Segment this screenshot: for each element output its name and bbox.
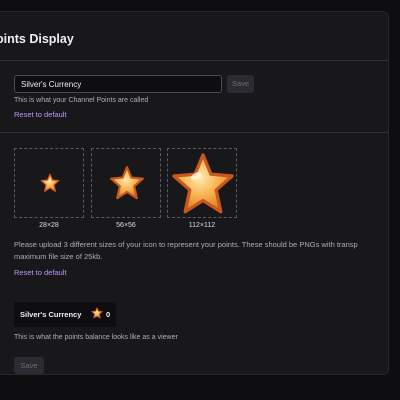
save-name-button[interactable]: Save xyxy=(227,75,254,93)
currency-name-input[interactable] xyxy=(14,75,222,93)
star-icon xyxy=(40,173,60,192)
icon-upload-28[interactable] xyxy=(14,148,84,218)
points-display-card: oints Display Save This is what your Cha… xyxy=(0,11,389,375)
section-divider xyxy=(0,132,389,133)
star-icon xyxy=(91,307,103,319)
balance-value: 0 xyxy=(106,310,111,319)
points-balance-preview: Silver's Currency 0 xyxy=(14,302,116,327)
top-strip xyxy=(0,0,400,11)
card-title: oints Display xyxy=(0,32,74,46)
icon-upload-112[interactable] xyxy=(167,148,237,218)
icon-size-label-112: 112×112 xyxy=(188,222,216,229)
points-display-page: oints Display Save This is what your Cha… xyxy=(0,0,400,400)
save-button[interactable]: Save xyxy=(14,357,44,374)
icon-size-label-56: 56×56 xyxy=(116,222,136,229)
reset-name-link[interactable]: Reset to default xyxy=(14,110,67,119)
description-line-1: Please upload 3 different sizes of your … xyxy=(14,240,358,249)
currency-name-helper: This is what your Channel Points are cal… xyxy=(14,97,149,104)
icon-upload-56[interactable] xyxy=(91,148,161,218)
scrollbar[interactable] xyxy=(392,0,400,400)
star-icon xyxy=(172,153,234,214)
balance-preview-helper: This is what the points balance looks li… xyxy=(14,334,178,341)
card-header: oints Display xyxy=(0,12,388,61)
balance-currency-name: Silver's Currency xyxy=(20,310,82,319)
icon-size-label-28: 28×28 xyxy=(39,222,59,229)
reset-icon-link[interactable]: Reset to default xyxy=(14,268,67,277)
description-line-2: maximum file size of 25kb. xyxy=(14,252,103,261)
star-icon xyxy=(110,166,144,200)
icon-upload-description: Please upload 3 different sizes of your … xyxy=(14,239,390,263)
